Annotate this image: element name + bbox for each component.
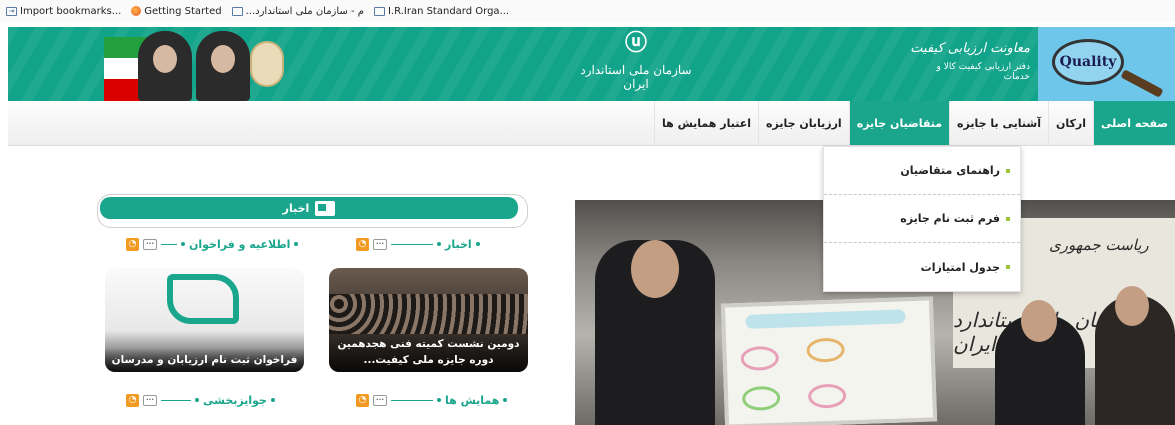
bookmark-label: I.R.Iran Standard Orga... bbox=[387, 5, 510, 17]
bullet-dot bbox=[503, 398, 508, 402]
page-icon bbox=[373, 6, 385, 16]
main-nav: صفحه اصلی ارکان آشنایی با جایزه متقاضیان… bbox=[8, 101, 1175, 146]
rss-icon[interactable]: ◔ bbox=[126, 393, 139, 407]
section-conferences-header: همایش ها ··· ◔ bbox=[356, 392, 508, 408]
rss-icon[interactable]: ◔ bbox=[126, 237, 139, 251]
bookmark-label: Import bookmarks... bbox=[20, 5, 122, 17]
dropdown-item-label: راهنمای متقاضیان bbox=[900, 164, 1000, 177]
dropdown-item-applicant-guide[interactable]: راهنمای متقاضیان bbox=[824, 147, 1020, 195]
portrait-right bbox=[196, 31, 250, 101]
quality-dept-title: معاونت ارزیابی کیفیت دفتر ارزیابی کیفیت … bbox=[910, 41, 1030, 82]
section-announcements-header: اطلاعیه و فراخوان ··· ◔ bbox=[126, 236, 299, 252]
site-banner: ⓤ سازمان ملی استاندارد ایران معاونت ارزی… bbox=[8, 27, 1175, 101]
bookmark-isiri-en[interactable]: I.R.Iran Standard Orga... bbox=[373, 5, 510, 17]
section-divider bbox=[391, 399, 433, 401]
more-icon[interactable]: ··· bbox=[143, 238, 157, 250]
news-card[interactable]: دومین نشست کمیته فنی هجدهمین دوره جایزه … bbox=[329, 268, 528, 372]
news-title-bar: اخبار bbox=[100, 197, 518, 219]
bullet-dot bbox=[475, 242, 480, 246]
bullet-icon bbox=[1006, 265, 1010, 269]
section-announcements-title[interactable]: اطلاعیه و فراخوان bbox=[189, 238, 290, 251]
more-icon[interactable]: ··· bbox=[373, 394, 387, 406]
more-icon[interactable]: ··· bbox=[143, 394, 157, 406]
quality-title: معاونت ارزیابی کیفیت bbox=[910, 41, 1030, 56]
quality-logo-text: Quality bbox=[1059, 54, 1117, 70]
nav-applicants[interactable]: متقاضیان جایزه bbox=[848, 101, 950, 145]
bullet-dot bbox=[181, 242, 185, 246]
rss-icon[interactable]: ◔ bbox=[356, 237, 369, 251]
photo-head bbox=[631, 240, 679, 298]
announcement-card[interactable]: فراخوان ثبت نام ارزیابان و مدرسان bbox=[105, 268, 304, 372]
bullet-dot bbox=[437, 398, 441, 402]
calligraphy-emblem bbox=[250, 41, 284, 87]
photo-head bbox=[1021, 300, 1057, 342]
section-divider bbox=[161, 243, 177, 245]
bookmark-isiri-fa[interactable]: ...م - سازمان ملی استاندارد bbox=[231, 5, 364, 17]
announcement-card-caption: فراخوان ثبت نام ارزیابان و مدرسان bbox=[105, 348, 304, 372]
bookmark-getting-started[interactable]: Getting Started bbox=[131, 5, 222, 17]
board-shape bbox=[740, 345, 780, 372]
quality-subtitle: دفتر ارزیابی کیفیت کالا و خدمات bbox=[936, 62, 1031, 82]
firefox-icon bbox=[131, 6, 142, 16]
bullet-dot bbox=[437, 242, 441, 246]
board-shape bbox=[806, 337, 845, 363]
section-news-header: اخبار ··· ◔ bbox=[356, 236, 480, 252]
nav-assessors[interactable]: ارزیابان جایزه bbox=[758, 101, 849, 145]
news-title: اخبار bbox=[282, 201, 310, 215]
nav-conference-credits[interactable]: اعتبار همایش ها bbox=[654, 101, 758, 145]
applicants-dropdown: راهنمای متقاضیان فرم ثبت نام جایزه جدول … bbox=[823, 146, 1021, 292]
nav-about-award[interactable]: آشنایی با جایزه bbox=[949, 101, 1048, 145]
portrait-left bbox=[138, 31, 192, 101]
nav-pillars[interactable]: ارکان bbox=[1047, 101, 1093, 145]
more-icon[interactable]: ··· bbox=[373, 238, 387, 250]
bullet-dot bbox=[195, 398, 199, 402]
section-news-title[interactable]: اخبار bbox=[445, 238, 472, 251]
section-awards-header: جوایزبخشی ··· ◔ bbox=[126, 392, 275, 408]
iran-emblem-icon: ⓤ bbox=[624, 31, 647, 56]
bullet-dot bbox=[270, 398, 275, 402]
leaders-portraits bbox=[104, 27, 252, 101]
board-shape bbox=[807, 383, 847, 409]
section-awards-title[interactable]: جوایزبخشی bbox=[203, 394, 267, 407]
nav-home[interactable]: صفحه اصلی bbox=[1093, 101, 1175, 145]
bullet-icon bbox=[1006, 216, 1010, 221]
section-conferences-title[interactable]: همایش ها bbox=[445, 394, 499, 407]
dropdown-item-registration-form[interactable]: فرم ثبت نام جایزه bbox=[824, 195, 1020, 243]
quality-logo: Quality bbox=[1038, 27, 1175, 101]
org-logo[interactable]: ⓤ سازمان ملی استاندارد ایران bbox=[576, 31, 696, 93]
bookmarks-bar: ⇥ Import bookmarks... Getting Started ..… bbox=[0, 0, 1175, 22]
section-divider bbox=[161, 399, 191, 401]
bookmark-label: Getting Started bbox=[144, 5, 222, 17]
dropdown-item-score-table[interactable]: جدول امتیازات bbox=[824, 243, 1020, 291]
award-logo-icon bbox=[167, 274, 239, 324]
board-header bbox=[745, 309, 906, 329]
news-block-header: اخبار bbox=[97, 194, 528, 228]
rss-icon[interactable]: ◔ bbox=[356, 393, 369, 407]
bookmark-label: ...م - سازمان ملی استاندارد bbox=[245, 5, 364, 17]
board-shape bbox=[741, 385, 781, 412]
bullet-dot bbox=[294, 242, 299, 246]
bookmark-import[interactable]: ⇥ Import bookmarks... bbox=[6, 6, 121, 17]
bullet-icon bbox=[1006, 168, 1010, 173]
magnifier-handle bbox=[1120, 69, 1164, 98]
dropdown-item-label: فرم ثبت نام جایزه bbox=[900, 212, 1000, 225]
newspaper-icon bbox=[315, 200, 336, 216]
photo-board bbox=[720, 296, 938, 425]
import-icon: ⇥ bbox=[6, 6, 17, 16]
page-icon bbox=[231, 6, 243, 16]
photo-wall-text: ریاست جمهوری bbox=[1049, 236, 1149, 254]
magnifier-icon: Quality bbox=[1052, 39, 1124, 85]
org-name: سازمان ملی استاندارد ایران bbox=[580, 63, 692, 91]
card-photo-crowd bbox=[329, 294, 528, 334]
section-divider bbox=[391, 243, 433, 245]
news-card-caption: دومین نشست کمیته فنی هجدهمین دوره جایزه … bbox=[329, 332, 528, 372]
dropdown-item-label: جدول امتیازات bbox=[920, 260, 1000, 274]
photo-head bbox=[1115, 286, 1149, 326]
